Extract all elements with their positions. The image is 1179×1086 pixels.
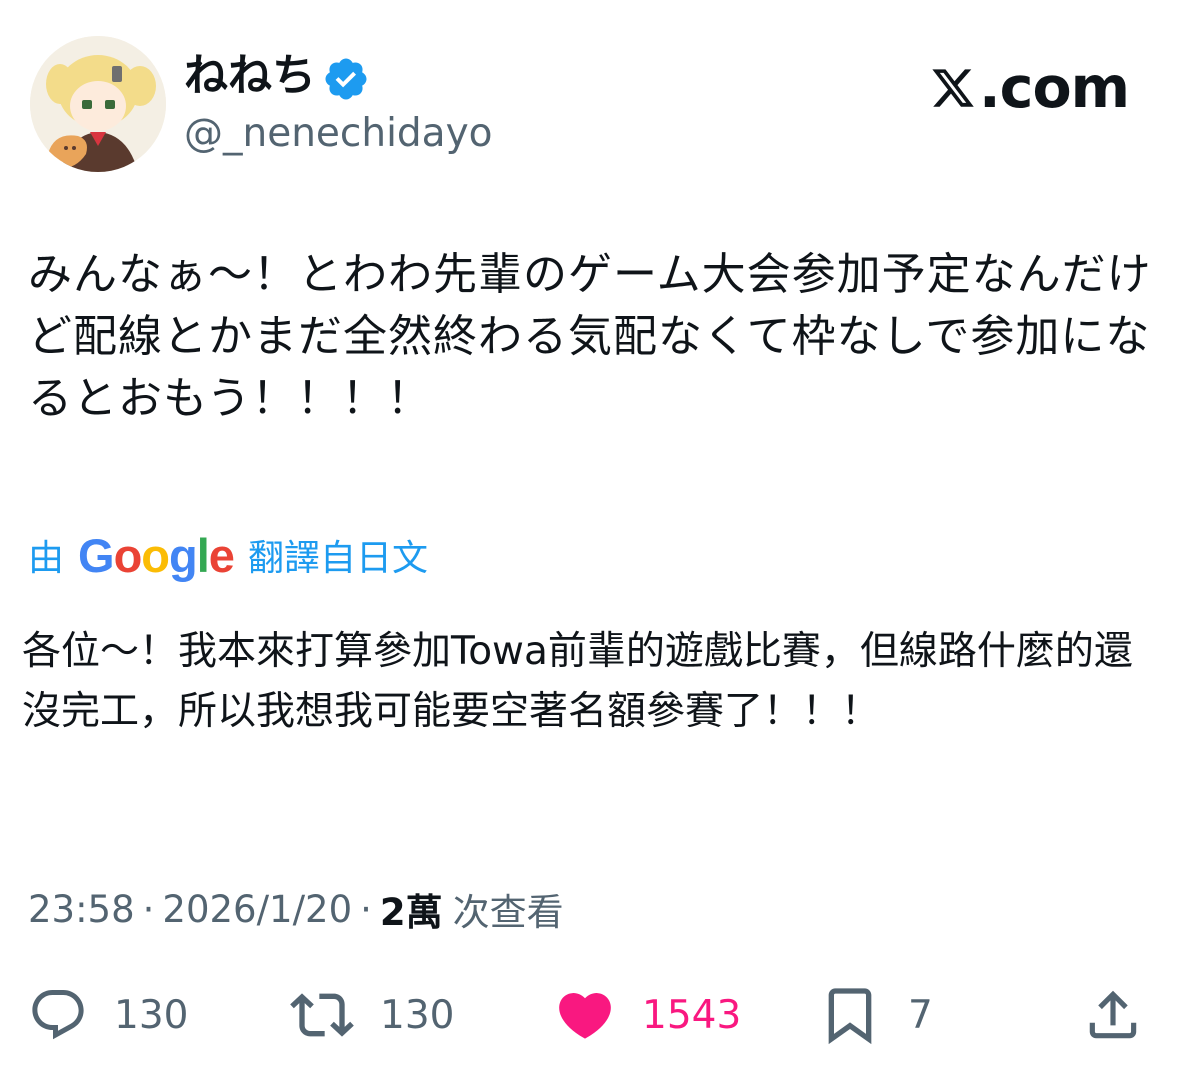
google-logo-letter: l [196,528,210,582]
share-icon [1089,990,1137,1039]
reply-button[interactable]: 130 [28,980,188,1050]
views-label: 次查看 [452,891,564,934]
avatar[interactable] [30,36,166,172]
share-button[interactable] [1082,980,1144,1050]
avatar-illustration [30,36,166,172]
user-handle[interactable]: @_nenechidayo [184,108,493,160]
translation-suffix: 翻譯自日文 [247,538,428,579]
reply-icon [32,990,84,1040]
reply-count: 130 [114,992,189,1038]
tweet-meta: 23:58 · 2026/1/20 · 2萬 次查看 [28,880,564,938]
retweet-button[interactable]: 130 [290,980,454,1050]
google-logo-letter: g [169,528,198,582]
views-count: 2萬 [379,891,443,934]
x-logo-icon [932,69,974,107]
bookmark-button[interactable]: 7 [818,980,933,1050]
google-logo-letter: o [141,528,170,582]
display-name[interactable]: ねねち [184,46,316,106]
verified-badge-icon [325,58,367,100]
bookmark-count: 7 [908,992,933,1038]
like-count: 1543 [642,992,742,1038]
retweet-icon [290,993,354,1037]
retweet-count: 130 [380,992,455,1038]
tweet-time[interactable]: 23:58 [28,888,135,931]
google-logo: Google [78,528,235,583]
translated-text: 各位〜！我本來打算參加Towa前輩的遊戲比賽，但線路什麼的還沒完工，所以我想我可… [22,629,1133,734]
bookmark-icon [828,988,872,1045]
google-logo-letter: e [208,528,235,582]
translation-attribution[interactable]: 由 Google 翻譯自日文 [28,526,428,584]
like-button[interactable]: 1543 [554,980,741,1050]
tweet-text: みんなぁ〜！とわわ先輩のゲーム大会参加予定なんだけど配線とかまだ全然終わる気配な… [28,249,1152,424]
translation-prefix: 由 [28,538,65,579]
brand-logo: .com [930,55,1130,121]
heart-icon [559,993,611,1039]
google-logo-letter: G [78,528,115,582]
brand-text: .com [979,55,1130,121]
google-logo-letter: o [113,528,143,582]
tweet-header: ねねち @_nenechidayo .com [0,0,1179,190]
tweet-date[interactable]: 2026/1/20 [162,888,352,931]
action-bar: 130 130 1543 7 [0,980,1179,1050]
meta-separator: · [360,887,372,931]
meta-separator: · [142,887,155,931]
